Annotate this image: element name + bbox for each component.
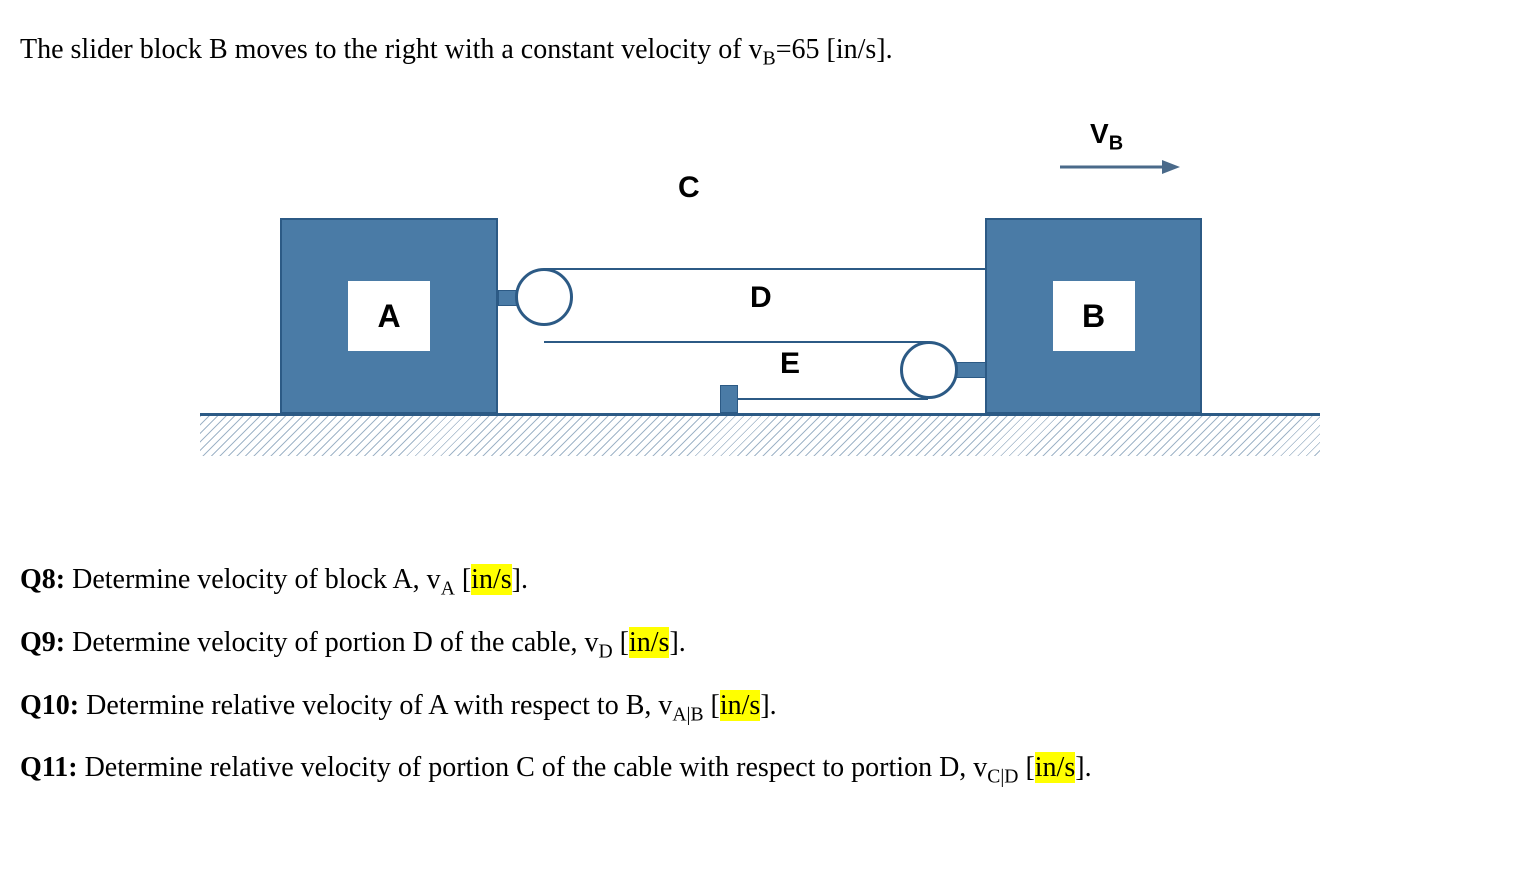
q10-sub: A|B — [672, 704, 703, 725]
velocity-label: VB — [1090, 118, 1123, 156]
q9-sub: D — [599, 641, 613, 662]
cable-e — [728, 398, 928, 400]
q8-label: Q8: — [20, 564, 65, 595]
block-a: A — [280, 218, 498, 414]
block-a-label: A — [348, 281, 430, 351]
q9-label: Q9: — [20, 627, 65, 658]
question-11: Q11: Determine relative velocity of port… — [20, 741, 1500, 796]
q8-bracket-open: [ — [455, 564, 471, 595]
questions: Q8: Determine velocity of block A, vA [i… — [20, 553, 1500, 796]
diagram-container: A B C D E VB — [20, 113, 1500, 493]
statement-sub: B — [763, 49, 776, 70]
question-9: Q9: Determine velocity of portion D of t… — [20, 616, 1500, 671]
velocity-sub: B — [1109, 133, 1123, 155]
q8-bracket-close: ]. — [512, 564, 528, 595]
pulley-diagram: A B C D E VB — [200, 113, 1320, 493]
cable-c — [544, 268, 994, 270]
q11-bracket-open: [ — [1018, 752, 1034, 783]
pulley-a — [515, 268, 573, 326]
velocity-symbol: V — [1090, 118, 1109, 149]
question-10: Q10: Determine relative velocity of A wi… — [20, 679, 1500, 734]
velocity-arrow-icon — [1060, 153, 1180, 185]
q10-unit: in/s — [720, 690, 760, 721]
q9-bracket-open: [ — [613, 627, 629, 658]
problem-statement: The slider block B moves to the right wi… — [20, 30, 1500, 73]
statement-pre: The slider block B moves to the right wi… — [20, 34, 763, 65]
block-b-label: B — [1053, 281, 1135, 351]
q11-sub: C|D — [987, 767, 1018, 788]
q8-unit: in/s — [471, 564, 511, 595]
q10-bracket-close: ]. — [760, 690, 776, 721]
pulley-b — [900, 341, 958, 399]
cable-label-c: C — [678, 171, 700, 205]
block-b: B — [985, 218, 1202, 414]
q9-bracket-close: ]. — [669, 627, 685, 658]
q10-bracket-open: [ — [704, 690, 720, 721]
q11-bracket-close: ]. — [1075, 752, 1091, 783]
cable-d — [544, 341, 928, 343]
q10-label: Q10: — [20, 690, 79, 721]
q9-unit: in/s — [629, 627, 669, 658]
ground-hatching — [200, 416, 1320, 456]
q11-label: Q11: — [20, 752, 78, 783]
cable-label-e: E — [780, 347, 800, 381]
q8-text-pre: Determine velocity of block A, v — [65, 564, 441, 595]
q11-text-pre: Determine relative velocity of portion C… — [78, 752, 988, 783]
statement-post: =65 [in/s]. — [776, 34, 893, 65]
question-8: Q8: Determine velocity of block A, vA [i… — [20, 553, 1500, 608]
q8-sub: A — [441, 579, 455, 600]
q10-text-pre: Determine relative velocity of A with re… — [79, 690, 672, 721]
q9-text-pre: Determine velocity of portion D of the c… — [65, 627, 598, 658]
q11-unit: in/s — [1035, 752, 1075, 783]
ground-anchor — [720, 385, 738, 413]
cable-label-d: D — [750, 281, 772, 315]
